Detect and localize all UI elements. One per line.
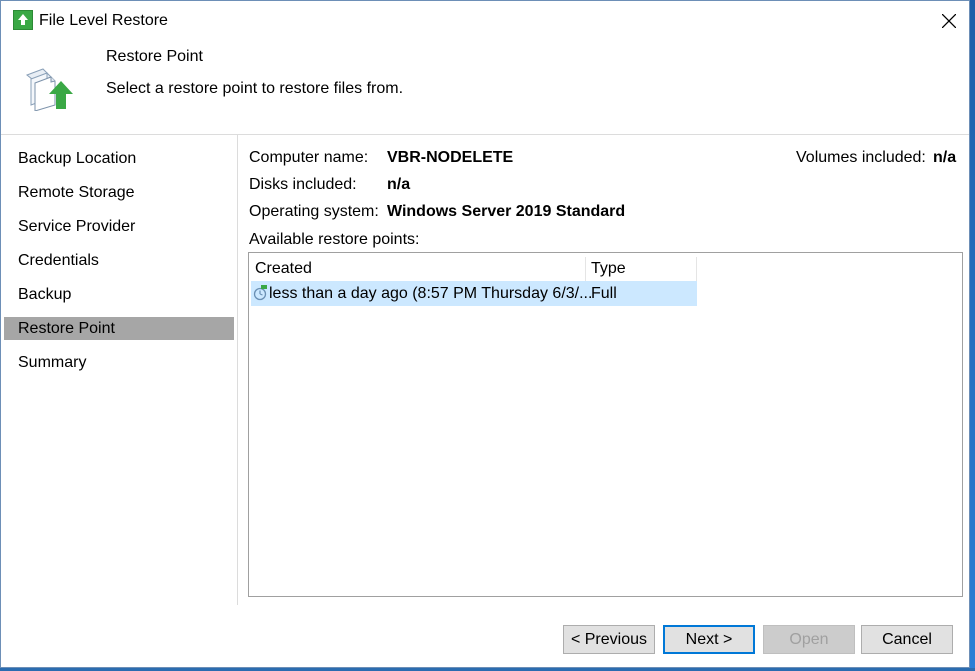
window-title: File Level Restore — [39, 12, 168, 29]
step-credentials[interactable]: Credentials — [4, 249, 234, 272]
table-row[interactable]: less than a day ago (8:57 PM Thursday 6/… — [251, 281, 697, 306]
column-divider[interactable] — [696, 257, 697, 281]
next-button[interactable]: Next > — [663, 625, 755, 654]
column-header-created[interactable]: Created — [249, 257, 312, 281]
header-divider — [1, 134, 969, 135]
disks-included-label: Disks included: — [249, 176, 357, 193]
restore-points-list[interactable]: Created Type less than a day ago (8:57 P… — [248, 252, 963, 597]
step-service-provider[interactable]: Service Provider — [4, 215, 234, 238]
computer-name-value: VBR-NODELETE — [387, 149, 514, 166]
desktop-background — [970, 0, 975, 671]
operating-system-value: Windows Server 2019 Standard — [387, 203, 626, 220]
step-restore-point[interactable]: Restore Point — [4, 317, 234, 340]
open-button[interactable]: Open — [763, 625, 855, 654]
step-backup-location[interactable]: Backup Location — [4, 147, 234, 170]
disks-included-value: n/a — [387, 176, 411, 193]
step-backup[interactable]: Backup — [4, 283, 234, 306]
cancel-button[interactable]: Cancel — [861, 625, 953, 654]
sidebar-divider — [237, 135, 238, 605]
close-button[interactable] — [931, 5, 967, 37]
restore-file-icon — [25, 65, 75, 112]
wizard-steps: Backup Location Remote Storage Service P… — [4, 139, 234, 605]
close-icon — [942, 14, 956, 28]
title-bar: File Level Restore — [1, 1, 969, 41]
operating-system-label: Operating system: — [249, 203, 379, 220]
volumes-included-value: n/a — [933, 149, 957, 166]
restore-points-label: Available restore points: — [249, 231, 420, 248]
restore-point-icon — [253, 285, 269, 301]
computer-name-label: Computer name: — [249, 149, 369, 166]
previous-button[interactable]: < Previous — [563, 625, 655, 654]
app-icon — [13, 10, 33, 30]
step-summary[interactable]: Summary — [4, 351, 234, 374]
column-header-type[interactable]: Type — [585, 257, 626, 281]
dialog-window: File Level Restore Restore Point Select … — [0, 0, 970, 668]
row-created: less than a day ago (8:57 PM Thursday 6/… — [269, 285, 593, 302]
page-description: Select a restore point to restore files … — [106, 80, 404, 97]
page-title: Restore Point — [106, 48, 203, 65]
row-type: Full — [591, 285, 617, 302]
volumes-included-label: Volumes included: — [796, 149, 926, 166]
step-remote-storage[interactable]: Remote Storage — [4, 181, 234, 204]
